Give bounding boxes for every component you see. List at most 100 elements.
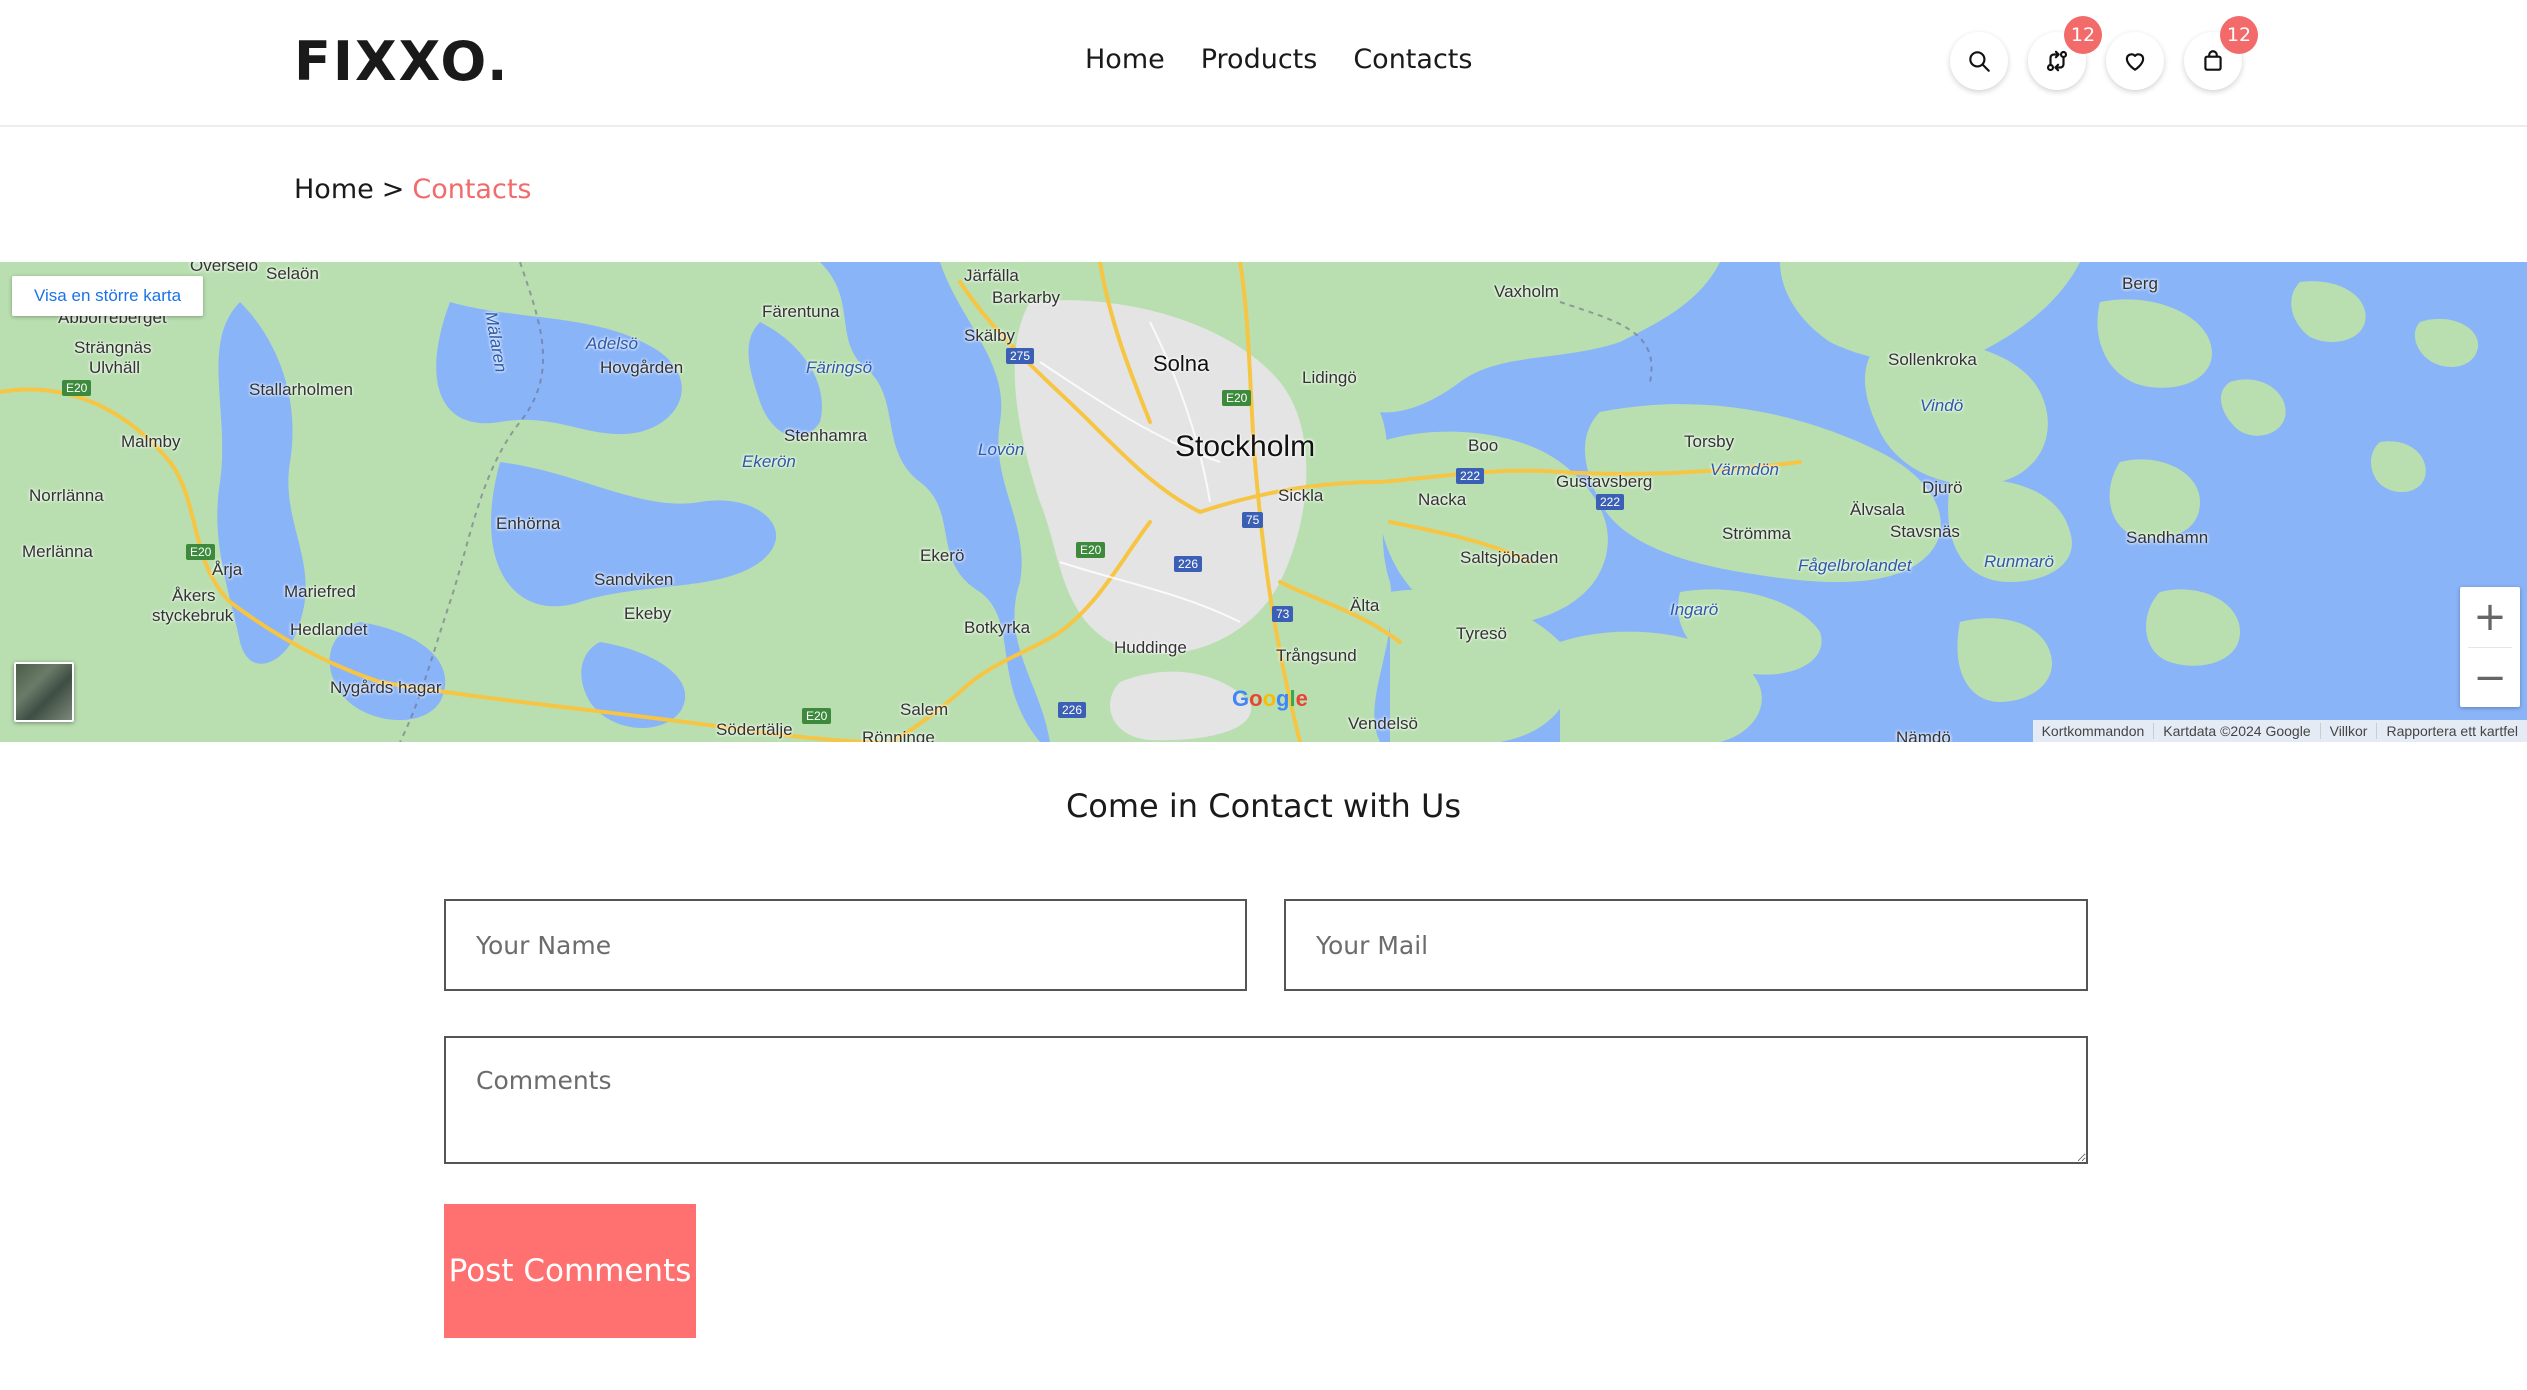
map-label-ekeby: Ekeby (624, 604, 672, 623)
main-nav: Home Products Contacts (1085, 40, 1472, 80)
map-label-ingaro: Ingarö (1670, 600, 1719, 619)
map-label-trangsund: Trångsund (1276, 646, 1357, 665)
breadcrumb-home-link[interactable]: Home (294, 172, 374, 208)
map-label-namdo: Nämdö (1896, 728, 1951, 742)
map-label-salem: Salem (900, 700, 949, 719)
cart-button[interactable]: 12 (2184, 16, 2258, 90)
report-map-error-link[interactable]: Rapportera ett kartfel (2376, 723, 2527, 739)
breadcrumb-current: Contacts (412, 174, 532, 205)
map-label-norrlanna: Norrlänna (29, 486, 104, 505)
zoom-out-button[interactable]: − (2460, 648, 2520, 708)
road-shield-e20: E20 (186, 544, 216, 560)
road-shield-275: 275 (1006, 348, 1035, 364)
road-shield-e20: E20 (62, 380, 92, 396)
site-header: FIXXO. Home Products Contacts 12 12 (0, 0, 2527, 127)
nav-link-home[interactable]: Home (1085, 40, 1165, 80)
breadcrumb-separator: > (381, 174, 405, 205)
shopping-bag-icon (2204, 50, 2222, 71)
road-shield-e20: E20 (1222, 390, 1252, 406)
zoom-in-button[interactable]: + (2460, 587, 2520, 647)
terms-link[interactable]: Villkor (2319, 723, 2377, 739)
map-label-overselo: Överselö (190, 262, 259, 275)
map-label-berg: Berg (2122, 274, 2158, 293)
map-data-credit: Kartdata ©2024 Google (2153, 723, 2319, 739)
comments-field[interactable] (444, 1036, 2088, 1164)
map-label-sollenkroka: Sollenkroka (1888, 350, 1977, 369)
map-label-nacka: Nacka (1418, 490, 1467, 509)
road-shield-e20: E20 (802, 708, 832, 724)
map-label-hovgarden: Hovgården (600, 358, 684, 377)
search-icon (1969, 51, 1990, 72)
road-shield-226: 226 (1058, 702, 1087, 718)
map-label-malmby: Malmby (121, 432, 181, 451)
map-label-vendelso: Vendelsö (1348, 714, 1418, 733)
map-label-faringso: Färingsö (806, 358, 873, 377)
google-logo: Google (1232, 686, 1308, 711)
map-label-varmdon: Värmdön (1710, 460, 1779, 479)
map-label-solna: Solna (1153, 351, 1210, 376)
map-label-djuro: Djurö (1922, 478, 1963, 497)
road-shield-e20: E20 (1076, 542, 1106, 558)
breadcrumb: Home > Contacts (294, 172, 531, 208)
view-larger-map-link[interactable]: Visa en större karta (12, 276, 204, 316)
map-label-stockholm: Stockholm (1175, 430, 1316, 463)
map-label-fagelbrolandet: Fågelbrolandet (1798, 556, 1912, 575)
map-label-hedlandet: Hedlandet (290, 620, 368, 639)
map-label-akers-1: Åkers (172, 586, 216, 605)
map-label-botkyrka: Botkyrka (964, 618, 1031, 637)
road-shield-222: 222 (1596, 494, 1625, 510)
map-label-akers-2: styckebruk (152, 606, 234, 625)
cart-count-badge: 12 (2220, 16, 2258, 54)
map-zoom-control: + − (2460, 587, 2520, 707)
heart-icon (2125, 53, 2145, 71)
nav-link-products[interactable]: Products (1201, 40, 1318, 80)
email-field[interactable] (1284, 899, 2088, 991)
map-label-arja: Årja (212, 560, 243, 579)
brand-logo[interactable]: FIXXO. (294, 30, 510, 94)
compare-count-badge: 12 (2064, 16, 2102, 54)
map-label-huddinge: Huddinge (1114, 638, 1187, 657)
map-label-sandhamn: Sandhamn (2126, 528, 2209, 547)
map-label-vaxholm: Vaxholm (1494, 282, 1559, 301)
search-button[interactable] (1950, 32, 2008, 90)
compare-arrows-icon (2046, 50, 2068, 72)
compare-button[interactable]: 12 (2028, 16, 2102, 90)
map-label-strangnas: Strängnäs (74, 338, 152, 357)
road-shield-73: 73 (1272, 606, 1294, 622)
road-shield-226: 226 (1174, 556, 1203, 572)
map-label-adelso: Adelsö (586, 334, 638, 353)
map-label-merlanna: Merlänna (22, 542, 93, 561)
nav-link-contacts[interactable]: Contacts (1353, 40, 1472, 80)
map-label-stavsnas: Stavsnäs (1890, 522, 1960, 541)
map-label-tyreso: Tyresö (1456, 624, 1508, 643)
keyboard-shortcuts-link[interactable]: Kortkommandon (2033, 723, 2154, 739)
map-label-lidingo: Lidingö (1302, 368, 1357, 387)
map-attribution-bar: Kortkommandon Kartdata ©2024 Google Vill… (2032, 720, 2527, 742)
map-label-stenhamra: Stenhamra (784, 426, 868, 445)
map-label-saltsjobaden: Saltsjöbaden (1460, 548, 1559, 567)
map-label-sickla: Sickla (1278, 486, 1324, 505)
map-label-lovon: Lovön (978, 440, 1025, 459)
road-shield-222: 222 (1456, 468, 1485, 484)
map-label-barkarby: Barkarby (992, 288, 1061, 307)
satellite-toggle-thumbnail[interactable] (14, 662, 74, 722)
google-map-embed[interactable]: Överselö Selaön Abborreberget Strängnäs … (0, 262, 2527, 742)
contact-section-title: Come in Contact with Us (1065, 787, 1462, 825)
map-label-gustavsberg: Gustavsberg (1556, 472, 1653, 491)
map-label-stallarholmen: Stallarholmen (249, 380, 353, 399)
road-shield-75: 75 (1242, 512, 1264, 528)
map-label-ekero: Ekerö (920, 546, 965, 565)
post-comments-button[interactable]: Post Comments (444, 1204, 696, 1338)
map-label-boo: Boo (1468, 436, 1499, 455)
map-label-mariefred: Mariefred (284, 582, 356, 601)
map-label-enhorna: Enhörna (496, 514, 561, 533)
wishlist-button[interactable] (2106, 32, 2164, 90)
map-label-runmaro: Runmarö (1984, 552, 2054, 571)
map-label-alvsala: Älvsala (1850, 500, 1905, 519)
map-label-torsby: Torsby (1684, 432, 1735, 451)
map-label-ronninge: Rönninge (862, 728, 935, 742)
map-label-skalby: Skälby (964, 326, 1016, 345)
map-label-alta: Älta (1350, 596, 1380, 615)
name-field[interactable] (444, 899, 1247, 991)
map-label-nygards-hagar: Nygårds hagar (330, 678, 442, 697)
